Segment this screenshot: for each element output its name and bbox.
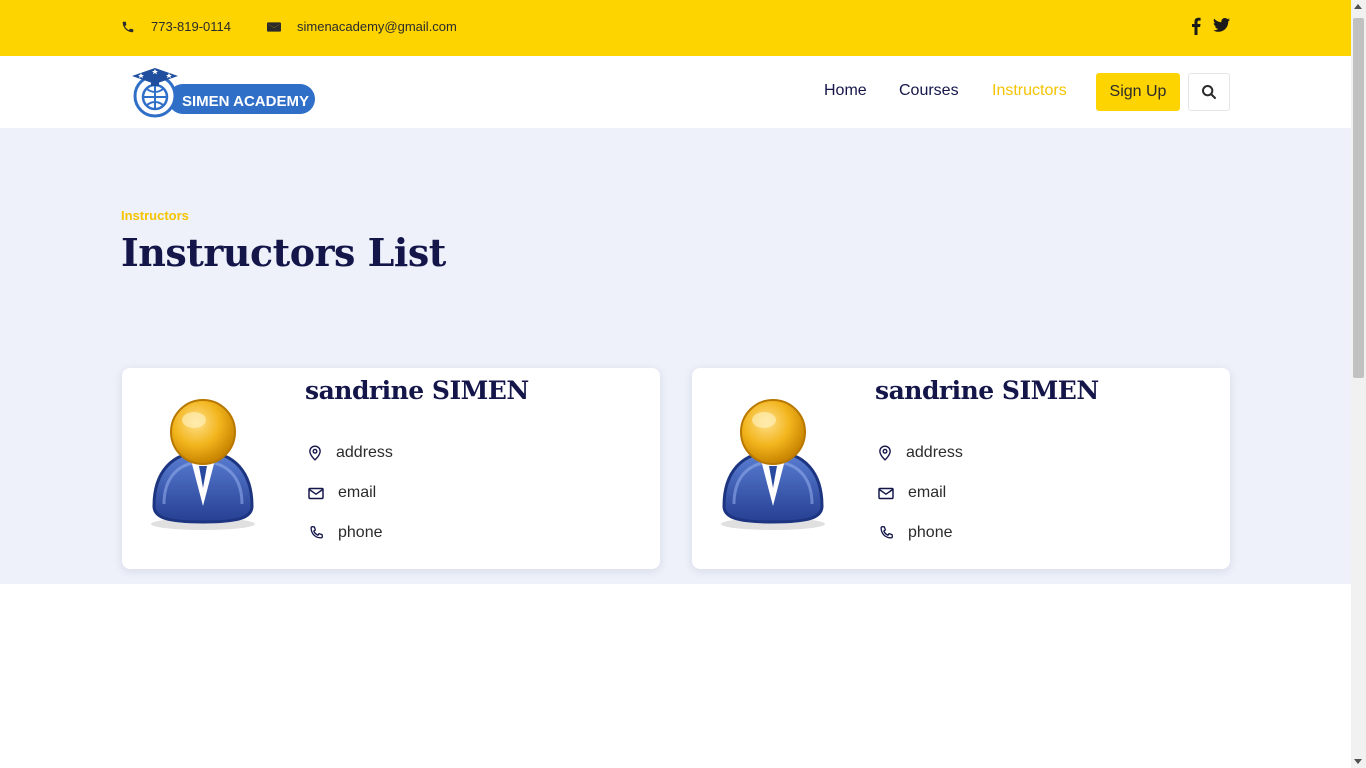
instructor-email: email (308, 484, 376, 502)
location-pin-icon (309, 445, 321, 461)
phone-outline-icon (880, 525, 894, 539)
section-eyebrow: Instructors (121, 208, 189, 223)
email-text: email (338, 484, 377, 501)
instructor-phone: phone (308, 524, 383, 542)
instructor-card[interactable]: sandrine SIMEN address email phone (122, 368, 660, 569)
contact-phone[interactable]: 773-819-0114 (121, 19, 231, 34)
search-icon (1202, 85, 1216, 99)
envelope-icon (267, 21, 281, 32)
phone-text: phone (338, 524, 383, 541)
logo-text: SIMEN ACADEMY (182, 93, 309, 110)
envelope-outline-icon (878, 487, 894, 499)
instructors-section: Instructors Instructors List sandrine SI… (0, 128, 1351, 584)
twitter-icon[interactable] (1213, 17, 1230, 33)
user-avatar-icon (151, 399, 255, 530)
phone-text: phone (908, 524, 953, 541)
instructor-phone: phone (878, 524, 953, 542)
contact-email[interactable]: simenacademy@gmail.com (267, 19, 457, 34)
instructor-card[interactable]: sandrine SIMEN address email phone (692, 368, 1230, 569)
top-contact-bar: 773-819-0114 simenacademy@gmail.com (0, 0, 1351, 56)
scroll-up-arrow-icon[interactable] (1354, 4, 1362, 9)
instructor-address: address (878, 444, 963, 462)
address-text: address (336, 444, 393, 461)
location-pin-icon (879, 445, 891, 461)
nav-courses[interactable]: Courses (899, 82, 959, 100)
scrollbar-thumb[interactable] (1353, 18, 1364, 378)
phone-outline-icon (310, 525, 324, 539)
address-text: address (906, 444, 963, 461)
instructor-address: address (308, 444, 393, 462)
phone-icon (122, 21, 134, 32)
instructor-name: sandrine SIMEN (875, 376, 1099, 405)
page-title: Instructors List (121, 230, 446, 275)
email-address: simenacademy@gmail.com (297, 19, 457, 34)
scroll-down-arrow-icon[interactable] (1354, 759, 1362, 764)
page-scrollbar[interactable] (1351, 0, 1366, 768)
facebook-icon[interactable] (1191, 17, 1201, 35)
user-avatar-icon (721, 399, 825, 530)
instructor-name: sandrine SIMEN (305, 376, 529, 405)
sign-up-button[interactable]: Sign Up (1096, 73, 1180, 111)
nav-instructors[interactable]: Instructors (992, 82, 1067, 100)
simen-academy-logo[interactable]: SIMEN ACADEMY (128, 64, 316, 122)
phone-number: 773-819-0114 (151, 19, 231, 34)
envelope-outline-icon (308, 487, 324, 499)
instructor-email: email (878, 484, 946, 502)
email-text: email (908, 484, 947, 501)
main-navbar: SIMEN ACADEMY Home Courses Instructors S… (0, 56, 1351, 128)
nav-home[interactable]: Home (824, 82, 867, 100)
search-button[interactable] (1188, 73, 1230, 111)
